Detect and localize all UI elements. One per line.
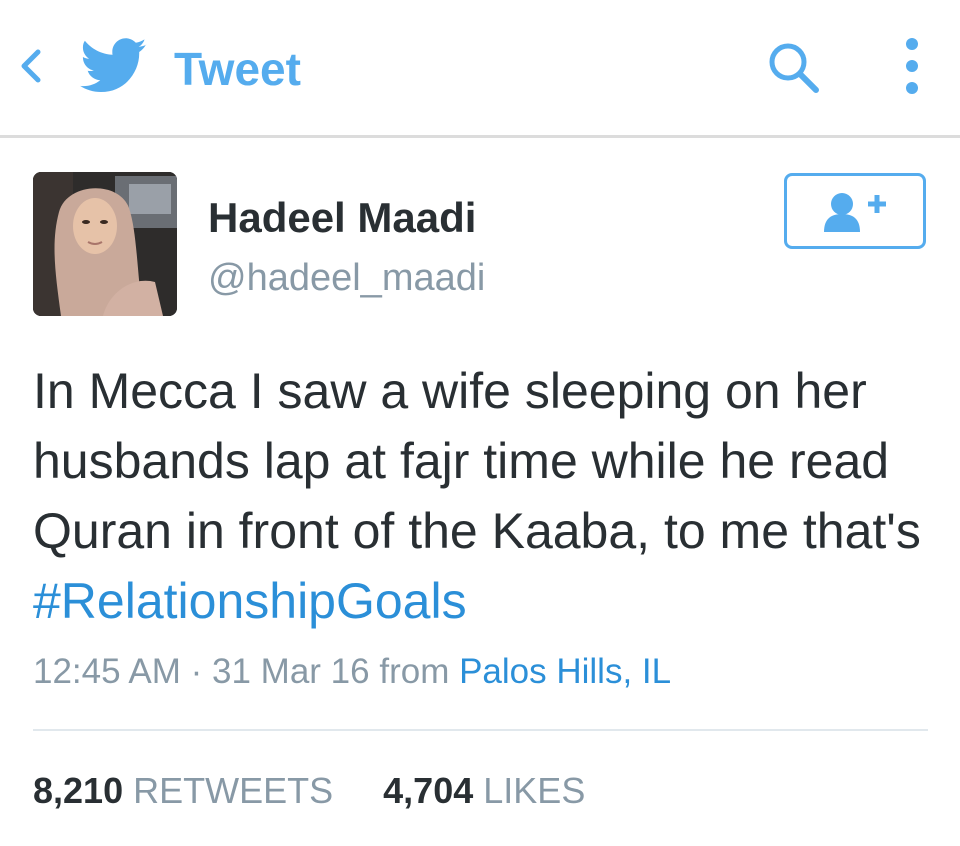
retweets-count[interactable]: 8,210 — [33, 770, 123, 811]
top-bar: Tweet — [0, 0, 960, 138]
location-link[interactable]: Palos Hills, IL — [459, 652, 671, 691]
from-label: from — [379, 652, 450, 691]
twitter-bird-icon — [80, 38, 147, 93]
tweet-body: In Mecca I saw a wife sleeping on her hu… — [33, 363, 921, 559]
retweets-label[interactable]: RETWEETS — [133, 770, 333, 811]
page-title: Tweet — [174, 43, 301, 95]
tweet-stats: 8,210 RETWEETS 4,704 LIKES — [33, 768, 585, 814]
tweet-text: In Mecca I saw a wife sleeping on her hu… — [33, 356, 933, 636]
hashtag-link[interactable]: #RelationshipGoals — [33, 573, 467, 629]
avatar-photo — [33, 172, 177, 316]
more-vertical-icon[interactable] — [900, 36, 924, 96]
chevron-left-icon[interactable] — [18, 48, 44, 84]
divider — [33, 729, 928, 731]
meta-separator: · — [190, 652, 203, 691]
likes-count[interactable]: 4,704 — [383, 770, 473, 811]
tweet-date: 31 Mar 16 — [212, 652, 370, 691]
add-user-icon — [824, 193, 886, 232]
user-handle[interactable]: @hadeel_maadi — [208, 256, 485, 300]
follow-button[interactable] — [784, 173, 926, 249]
search-icon[interactable] — [766, 40, 820, 94]
tweet-meta: 12:45 AM · 31 Mar 16 from Palos Hills, I… — [33, 650, 671, 694]
avatar[interactable] — [33, 172, 177, 316]
likes-label[interactable]: LIKES — [483, 770, 585, 811]
tweet-time: 12:45 AM — [33, 652, 181, 691]
user-name[interactable]: Hadeel Maadi — [208, 194, 476, 242]
